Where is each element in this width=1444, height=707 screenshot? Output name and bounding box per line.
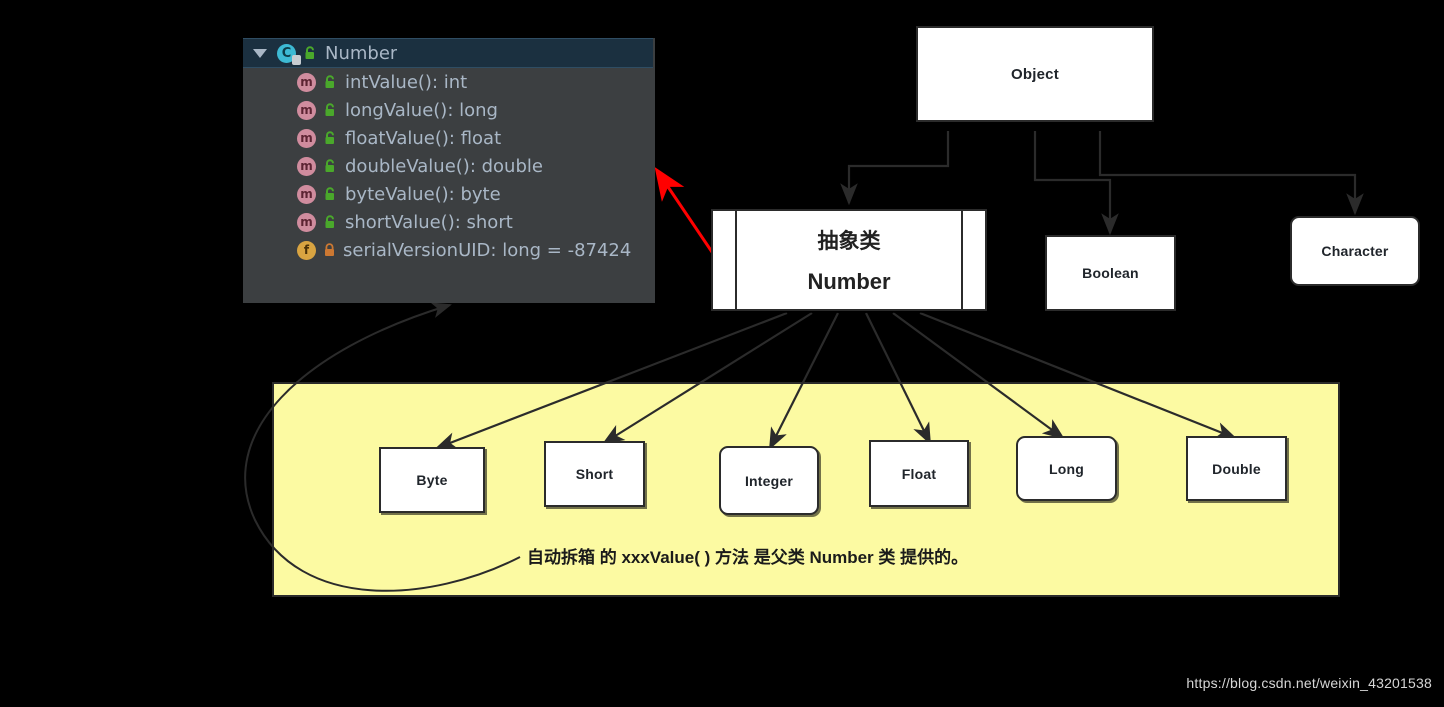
public-unlock-icon [323, 102, 338, 118]
box-right-rule [961, 211, 963, 309]
connector-layer [244, 131, 1364, 592]
class-box-short[interactable]: Short [544, 441, 645, 507]
class-box-object[interactable]: Object [916, 26, 1154, 122]
red-pointer-arrow [654, 167, 716, 256]
ide-member-label: floatValue(): float [345, 127, 502, 149]
ide-structure-panel[interactable]: C Number m intValue(): int m longValue()… [243, 38, 655, 303]
class-box-byte-label: Byte [416, 472, 448, 488]
ide-class-label: Number [325, 42, 398, 64]
ide-row-class-number[interactable]: C Number [243, 38, 655, 68]
class-box-abstract-number[interactable]: 抽象类 Number [711, 209, 987, 311]
ide-row-member[interactable]: m doubleValue(): double [243, 152, 655, 180]
ide-row-member[interactable]: m longValue(): long [243, 96, 655, 124]
field-icon: f [297, 240, 316, 260]
class-box-boolean[interactable]: Boolean [1045, 235, 1176, 311]
ide-member-label: longValue(): long [345, 99, 498, 121]
ide-member-label: serialVersionUID: long = -87424 [343, 239, 632, 261]
class-box-double-label: Double [1212, 460, 1261, 477]
class-box-byte[interactable]: Byte [379, 447, 485, 513]
method-icon: m [297, 184, 316, 204]
public-unlock-icon [303, 45, 318, 61]
class-box-character[interactable]: Character [1290, 216, 1420, 286]
class-box-double[interactable]: Double [1186, 436, 1287, 501]
abstract-number-en-label: Number [807, 269, 891, 294]
public-unlock-icon [323, 186, 338, 202]
class-box-integer[interactable]: Integer [719, 446, 819, 515]
ide-row-member[interactable]: m byteValue(): byte [243, 180, 655, 208]
edge-object-to-character [1098, 131, 1364, 216]
class-box-long[interactable]: Long [1016, 436, 1117, 501]
class-box-object-label: Object [1011, 65, 1059, 83]
watermark-url: https://blog.csdn.net/weixin_43201538 [1186, 675, 1432, 691]
public-unlock-icon [323, 130, 338, 146]
class-box-long-label: Long [1048, 460, 1084, 477]
edge-object-to-number [840, 131, 950, 206]
box-left-rule [735, 211, 737, 309]
method-icon: m [297, 100, 316, 120]
public-unlock-icon [323, 158, 338, 174]
panel-right-clip [653, 38, 655, 303]
class-box-integer-label: Integer [744, 472, 794, 489]
ide-row-member[interactable]: m floatValue(): float [243, 124, 655, 152]
class-box-float[interactable]: Float [869, 440, 969, 507]
ide-row-member[interactable]: m intValue(): int [243, 68, 655, 96]
diagram-canvas: Object 抽象类 Number Boolean Character Byte… [0, 0, 1444, 707]
ide-row-member[interactable]: m shortValue(): short [243, 208, 655, 236]
panel-caption-text: 自动拆箱 的 xxxValue( ) 方法 是父类 Number 类 提供的。 [527, 548, 969, 567]
public-unlock-icon [323, 214, 338, 230]
private-lock-icon [323, 242, 336, 258]
ide-member-label: intValue(): int [345, 71, 468, 93]
ide-member-label: byteValue(): byte [345, 183, 501, 205]
ide-member-label: shortValue(): short [345, 211, 513, 233]
method-icon: m [297, 72, 316, 92]
abstract-number-cn-label: 抽象类 [817, 230, 881, 253]
ide-row-member[interactable]: f serialVersionUID: long = -87424 [243, 236, 655, 264]
public-unlock-icon [323, 74, 338, 90]
class-box-character-label: Character [1321, 243, 1389, 259]
class-box-float-label: Float [901, 465, 937, 482]
method-icon: m [297, 128, 316, 148]
method-icon: m [297, 156, 316, 176]
triangle-down-icon[interactable] [253, 48, 267, 58]
ide-member-label: doubleValue(): double [345, 155, 543, 177]
class-box-boolean-label: Boolean [1082, 265, 1139, 281]
method-icon: m [297, 212, 316, 232]
edge-object-to-boolean [1033, 131, 1119, 236]
class-box-short-label: Short [575, 466, 614, 482]
class-icon: C [277, 43, 301, 65]
